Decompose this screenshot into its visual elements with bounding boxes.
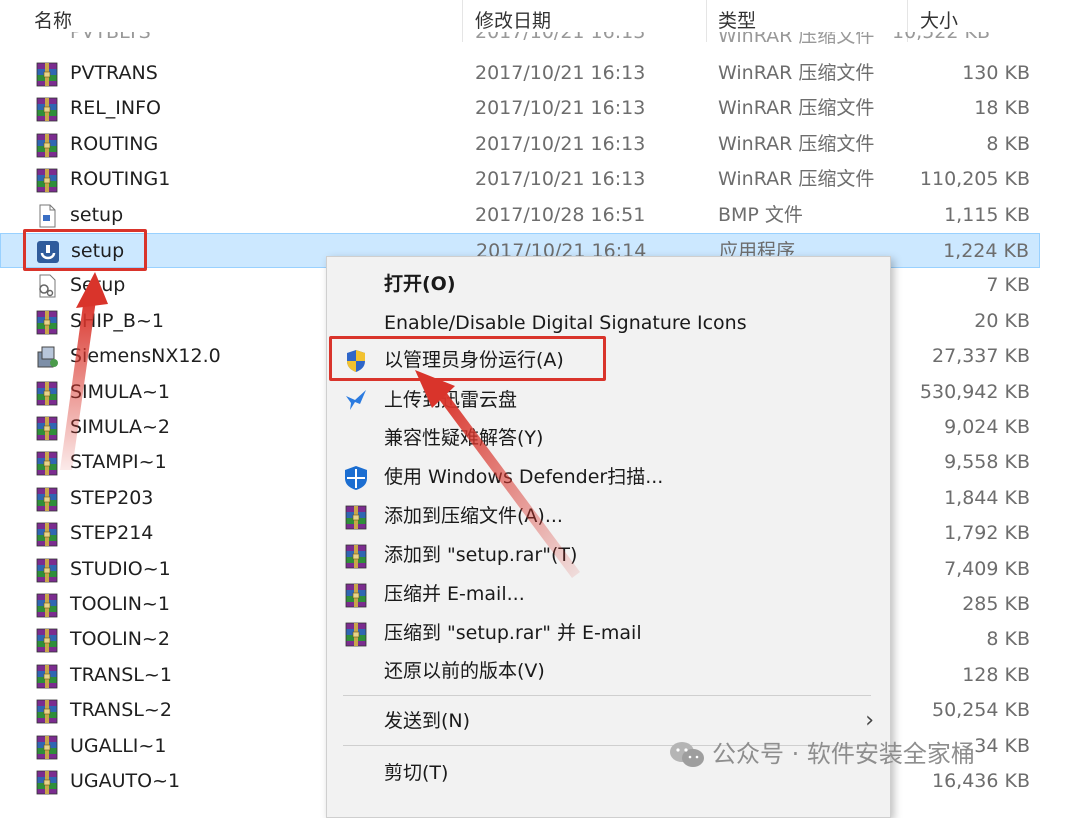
watermark-text: 公众号 · 软件安装全家桶 — [712, 740, 975, 768]
annotation-arrows — [60, 272, 580, 578]
arrow-to-admin-icon — [415, 370, 580, 578]
watermark: 公众号 · 软件安装全家桶 — [668, 736, 975, 772]
arrow-to-setup-icon — [60, 272, 108, 470]
wechat-icon — [670, 742, 704, 767]
